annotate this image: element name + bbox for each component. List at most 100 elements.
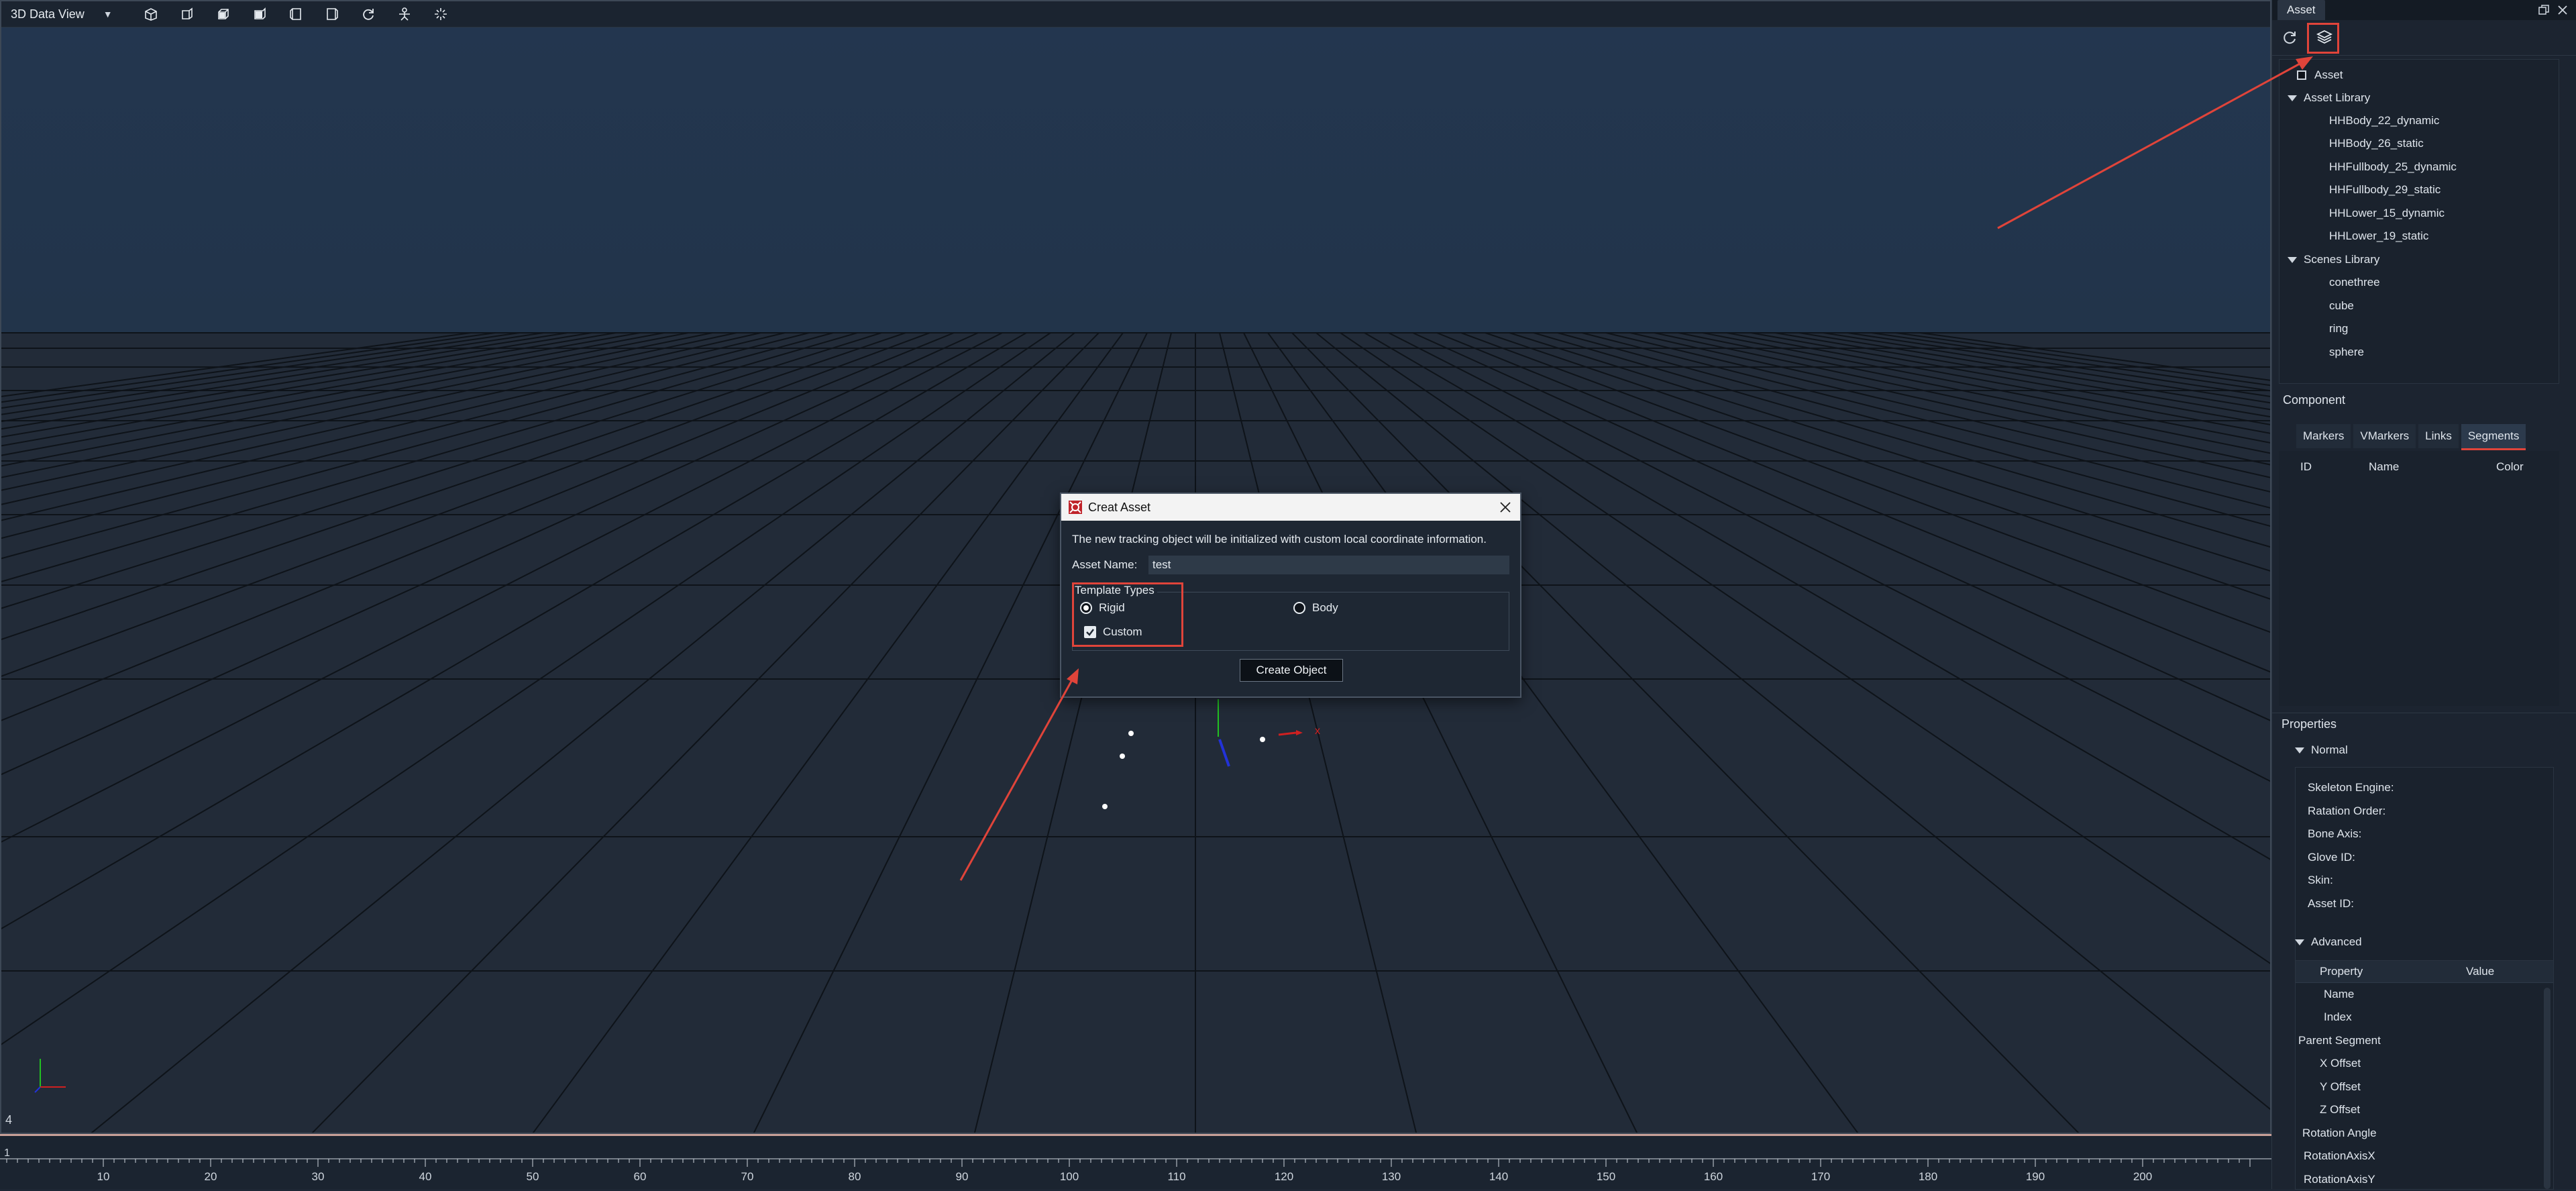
create-asset-dialog: Creat Asset The new tracking object will… xyxy=(1060,493,1521,698)
rig-icon[interactable] xyxy=(397,7,412,21)
tab-markers[interactable]: Markers xyxy=(2296,424,2351,448)
tab-segments[interactable]: Segments xyxy=(2461,424,2526,450)
timeline-tick-label: 80 xyxy=(849,1170,861,1183)
column-header-id[interactable]: ID xyxy=(2300,460,2312,474)
timeline-tick-label: 140 xyxy=(1489,1170,1508,1183)
refresh-icon[interactable] xyxy=(2277,25,2302,50)
adv-row-parent-segment[interactable]: Parent Segment xyxy=(2298,1034,2381,1047)
adv-row-rotation-angle[interactable]: Rotation Angle xyxy=(2302,1127,2377,1140)
radio-rigid[interactable]: Rigid xyxy=(1080,601,1125,615)
adv-row-rotation-axis-y[interactable]: RotationAxisY xyxy=(2304,1173,2375,1186)
view-mode-select[interactable]: 3D Data View ▼ xyxy=(11,7,113,21)
view-top-icon[interactable] xyxy=(216,7,231,21)
dialog-description: The new tracking object will be initiali… xyxy=(1072,533,1487,546)
tab-links[interactable]: Links xyxy=(2418,424,2459,448)
tree-group-label: Asset Library xyxy=(2304,91,2371,104)
expand-arrow-icon[interactable] xyxy=(2295,939,2304,945)
prop-asset-id: Asset ID: xyxy=(2308,897,2354,910)
view-front-icon[interactable] xyxy=(144,7,158,21)
tree-item[interactable]: HHFullbody_25_dynamic xyxy=(2329,157,2457,177)
timeline-tick-label: 180 xyxy=(1919,1170,1937,1183)
view-right-icon[interactable] xyxy=(325,7,339,21)
tree-item-label: HHBody_26_static xyxy=(2329,137,2424,150)
scrollbar[interactable] xyxy=(2544,988,2551,1189)
tree-item[interactable]: cube xyxy=(2329,296,2354,316)
timeline[interactable]: 1 10 20 30 40 50 60 70 80 90 100 110 120 130 140 150 160… xyxy=(0,1134,2271,1189)
expand-arrow-icon[interactable] xyxy=(2295,747,2304,754)
frame-corner-label: 4 xyxy=(5,1113,13,1127)
timeline-tick-label: 160 xyxy=(1704,1170,1723,1183)
component-title: Component xyxy=(2283,393,2346,407)
tree-item-label: cube xyxy=(2329,299,2354,312)
tree-item-asset-root[interactable]: Asset xyxy=(2297,65,2343,85)
timeline-start-label: 1 xyxy=(4,1147,10,1159)
adv-row-rotation-axis-x[interactable]: RotationAxisX xyxy=(2304,1149,2375,1163)
radio-body[interactable]: Body xyxy=(1293,601,1338,615)
expand-arrow-icon[interactable] xyxy=(2288,95,2297,101)
column-header-value[interactable]: Value xyxy=(2466,965,2494,978)
refresh-view-icon[interactable] xyxy=(361,7,376,21)
template-types-legend: Template Types xyxy=(1072,584,1157,597)
advanced-section-header[interactable]: Advanced xyxy=(2295,932,2362,952)
float-icon[interactable] xyxy=(2538,4,2550,16)
tree-item[interactable]: sphere xyxy=(2329,342,2364,362)
tree-item[interactable]: HHFullbody_29_static xyxy=(2329,180,2440,200)
tree-item[interactable]: HHBody_22_dynamic xyxy=(2329,111,2439,131)
timeline-tick-label: 60 xyxy=(634,1170,647,1183)
tree-item-label: Asset xyxy=(2314,68,2343,81)
tree-item[interactable]: ring xyxy=(2329,319,2348,339)
advanced-properties-table[interactable]: Property Value Name Index Parent Segment… xyxy=(2295,960,2554,1190)
expand-arrow-icon[interactable] xyxy=(2288,256,2297,263)
tree-item-label: ring xyxy=(2329,322,2349,335)
close-icon[interactable] xyxy=(1497,499,1513,515)
create-object-button[interactable]: Create Object xyxy=(1240,659,1343,682)
asset-tree: Asset Asset Library HHBody_22_dynamic HH… xyxy=(2279,59,2559,384)
adv-row-z-offset[interactable]: Z Offset xyxy=(2320,1103,2360,1117)
view-left-icon[interactable] xyxy=(288,7,303,21)
tree-item[interactable]: conethree xyxy=(2329,272,2380,293)
tab-vmarkers[interactable]: VMarkers xyxy=(2353,424,2416,448)
adv-row-y-offset[interactable]: Y Offset xyxy=(2320,1080,2361,1094)
radio-dot-selected[interactable] xyxy=(1080,602,1092,614)
asset-checkbox[interactable] xyxy=(2297,70,2306,80)
adv-row-x-offset[interactable]: X Offset xyxy=(2320,1057,2361,1070)
prop-skin: Skin: xyxy=(2308,874,2333,886)
tree-group-scenes-library[interactable]: Scenes Library xyxy=(2288,250,2379,270)
tree-item[interactable]: HHLower_15_dynamic xyxy=(2329,203,2445,223)
column-header-name[interactable]: Name xyxy=(2369,460,2399,474)
dialog-titlebar[interactable]: Creat Asset xyxy=(1061,494,1520,521)
tree-item[interactable]: HHLower_19_static xyxy=(2329,226,2428,246)
normal-section-header[interactable]: Normal xyxy=(2295,740,2348,760)
timeline-tick-label: 170 xyxy=(1811,1170,1830,1183)
timeline-tick-label: 50 xyxy=(527,1170,539,1183)
checkmark-icon[interactable] xyxy=(1084,626,1096,638)
marker-point xyxy=(1260,737,1265,742)
adv-row-index[interactable]: Index xyxy=(2324,1011,2352,1024)
tree-group-asset-library[interactable]: Asset Library xyxy=(2288,88,2370,108)
adv-row-name[interactable]: Name xyxy=(2324,988,2354,1001)
marker-point xyxy=(1128,731,1134,736)
timeline-ruler[interactable]: 110 20 30 40 50 60 70 80 90 100 110 120 130 140 150 160… xyxy=(0,1136,2271,1191)
custom-checkbox[interactable]: Custom xyxy=(1084,625,1142,639)
snap-icon[interactable] xyxy=(433,7,448,21)
view-side-icon[interactable] xyxy=(180,7,195,21)
view-back-icon[interactable] xyxy=(252,7,267,21)
close-icon[interactable] xyxy=(2557,4,2569,16)
column-header-property[interactable]: Property xyxy=(2320,965,2363,978)
dock-tab-asset[interactable]: Asset xyxy=(2277,0,2325,20)
x-axis-label: x xyxy=(1315,725,1320,737)
timeline-tick-label: 90 xyxy=(956,1170,969,1183)
tree-item[interactable]: HHBody_26_static xyxy=(2329,134,2424,154)
normal-title: Normal xyxy=(2311,743,2348,756)
layers-icon[interactable] xyxy=(2312,25,2337,50)
timeline-tick-label: 120 xyxy=(1275,1170,1293,1183)
radio-dot[interactable] xyxy=(1293,602,1305,614)
asset-name-input[interactable] xyxy=(1148,556,1509,574)
timeline-tick-label: 30 xyxy=(312,1170,325,1183)
marker-point xyxy=(1102,804,1108,809)
segments-table[interactable]: ID Name Color xyxy=(2279,451,2559,706)
asset-dock-panel: Asset Asset Asset Library HHBody_22_dyna… xyxy=(2271,0,2576,1190)
prop-glove-id: Glove ID: xyxy=(2308,851,2355,864)
column-header-color[interactable]: Color xyxy=(2496,460,2524,474)
advanced-table-header: Property Value xyxy=(2296,961,2553,983)
